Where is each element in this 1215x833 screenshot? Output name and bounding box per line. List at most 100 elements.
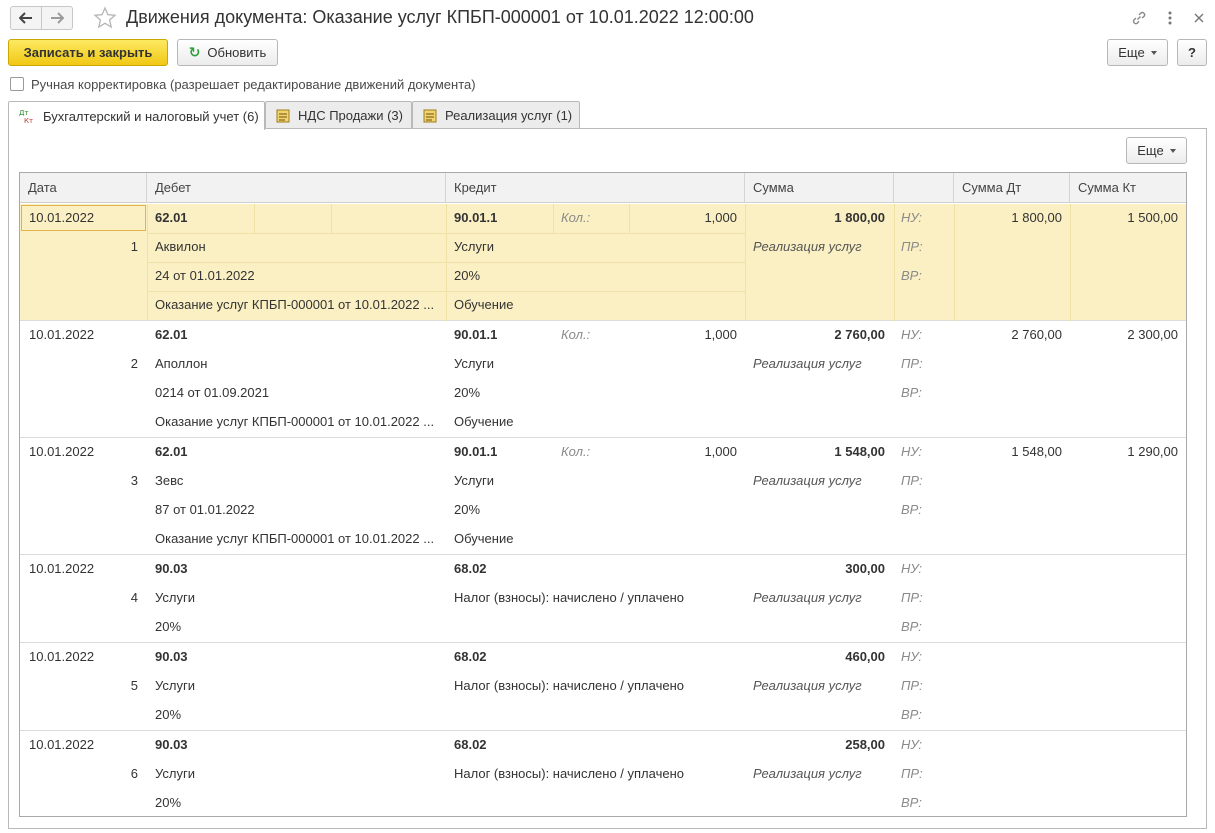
link-icon[interactable]	[1129, 8, 1149, 28]
cell-credit-account[interactable]: 68.02	[454, 643, 554, 672]
cell-content[interactable]: Реализация услуг	[753, 350, 893, 379]
cell-debit-subconto[interactable]: Оказание услуг КПБП-000001 от 10.01.2022…	[155, 408, 440, 437]
cell-debit-subconto[interactable]: Услуги	[155, 760, 440, 789]
close-icon[interactable]	[1189, 8, 1209, 28]
cell-sum-kt[interactable]: 1 500,00	[1076, 204, 1178, 233]
cell-credit-subconto[interactable]: Услуги	[454, 233, 739, 262]
cell-qty[interactable]: 1,000	[630, 438, 737, 467]
cell-debit-subconto[interactable]: 20%	[155, 613, 440, 642]
cell-pr-label[interactable]: ПР:	[901, 467, 951, 496]
table-row[interactable]: 10.01.2022 2 62.01 Аполлон 0214 от 01.09.202…	[20, 321, 1186, 438]
cell-nu-label[interactable]: НУ:	[901, 438, 951, 467]
cell-debit-subconto[interactable]: Аполлон	[155, 350, 440, 379]
cell-row-number[interactable]: 6	[20, 760, 138, 789]
save-and-close-button[interactable]: Записать и закрыть	[8, 39, 168, 66]
table-row[interactable]: 10.01.2022 1 62.01 Аквилон 24 от 01.01.2022 О…	[20, 204, 1186, 321]
table-row[interactable]: 10.01.2022 5 90.03 Услуги 20% 68.02 Налог (взн…	[20, 643, 1186, 731]
cell-row-number[interactable]: 4	[20, 584, 138, 613]
cell-credit-subconto[interactable]: Обучение	[454, 525, 739, 554]
manual-correction-row[interactable]: Ручная корректировка (разрешает редактир…	[10, 76, 476, 92]
cell-debit-subconto[interactable]: 20%	[155, 701, 440, 730]
cell-credit-subconto[interactable]: Услуги	[454, 350, 739, 379]
cell-vr-label[interactable]: ВР:	[901, 262, 951, 291]
cell-sum-dt[interactable]: 1 800,00	[960, 204, 1062, 233]
column-header-date[interactable]: Дата	[20, 173, 147, 203]
cell-debit-subconto[interactable]: 87 от 01.01.2022	[155, 496, 440, 525]
cell-credit-subconto[interactable]: Услуги	[454, 467, 739, 496]
cell-date[interactable]: 10.01.2022	[29, 731, 144, 760]
cell-nu-label[interactable]: НУ:	[901, 643, 951, 672]
cell-debit-account[interactable]: 62.01	[155, 438, 440, 467]
cell-credit-subconto[interactable]: 20%	[454, 496, 739, 525]
cell-credit-subconto[interactable]: Обучение	[454, 291, 739, 320]
tab-services-sales[interactable]: Реализация услуг (1)	[412, 101, 580, 129]
cell-row-number[interactable]: 5	[20, 672, 138, 701]
cell-sum[interactable]: 258,00	[753, 731, 885, 760]
refresh-button[interactable]: ↻ Обновить	[177, 39, 278, 66]
tab-vat-sales[interactable]: НДС Продажи (3)	[265, 101, 412, 129]
cell-debit-account[interactable]: 62.01	[155, 321, 440, 350]
cell-nu-label[interactable]: НУ:	[901, 204, 951, 233]
cell-pr-label[interactable]: ПР:	[901, 233, 951, 262]
cell-debit-subconto[interactable]: Услуги	[155, 584, 440, 613]
cell-credit-subconto[interactable]: Обучение	[454, 408, 739, 437]
cell-credit-account[interactable]: 68.02	[454, 731, 554, 760]
table-more-button[interactable]: Еще	[1126, 137, 1187, 164]
cell-date[interactable]: 10.01.2022	[29, 438, 144, 467]
cell-qty-label[interactable]: Кол.:	[561, 438, 621, 467]
cell-sum-dt[interactable]: 2 760,00	[960, 321, 1062, 350]
cell-debit-subconto[interactable]: 24 от 01.01.2022	[155, 262, 440, 291]
column-header-sum-kt[interactable]: Сумма Кт	[1070, 173, 1186, 203]
forward-button[interactable]	[41, 6, 73, 30]
cell-content[interactable]: Реализация услуг	[753, 233, 893, 262]
cell-nu-label[interactable]: НУ:	[901, 555, 951, 584]
cell-debit-subconto[interactable]: Оказание услуг КПБП-000001 от 10.01.2022…	[155, 525, 440, 554]
kebab-menu-icon[interactable]	[1160, 8, 1180, 28]
cell-pr-label[interactable]: ПР:	[901, 584, 951, 613]
cell-debit-subconto[interactable]: Зевс	[155, 467, 440, 496]
column-header-credit[interactable]: Кредит	[446, 173, 745, 203]
cell-qty[interactable]: 1,000	[630, 321, 737, 350]
cell-credit-subconto[interactable]: Налог (взносы): начислено / уплачено	[454, 584, 739, 613]
cell-sum-kt[interactable]: 2 300,00	[1076, 321, 1178, 350]
column-header-sum-dt[interactable]: Сумма Дт	[954, 173, 1070, 203]
cell-debit-subconto[interactable]: Услуги	[155, 672, 440, 701]
more-menu-button[interactable]: Еще	[1107, 39, 1168, 66]
cell-debit-subconto[interactable]: Оказание услуг КПБП-000001 от 10.01.2022…	[155, 291, 440, 320]
cell-nu-label[interactable]: НУ:	[901, 731, 951, 760]
cell-row-number[interactable]: 2	[20, 350, 138, 379]
cell-date[interactable]: 10.01.2022	[29, 555, 144, 584]
cell-date[interactable]: 10.01.2022	[29, 643, 144, 672]
cell-debit-subconto[interactable]: 20%	[155, 789, 440, 816]
favorite-star-icon[interactable]	[93, 6, 117, 33]
cell-pr-label[interactable]: ПР:	[901, 672, 951, 701]
column-header-sum[interactable]: Сумма	[745, 173, 894, 203]
cell-qty-label[interactable]: Кол.:	[561, 204, 621, 233]
cell-credit-account[interactable]: 90.01.1	[454, 204, 554, 233]
cell-sum[interactable]: 1 548,00	[753, 438, 885, 467]
cell-sum[interactable]: 460,00	[753, 643, 885, 672]
cell-pr-label[interactable]: ПР:	[901, 350, 951, 379]
cell-row-number[interactable]: 1	[20, 233, 138, 262]
table-row[interactable]: 10.01.2022 3 62.01 Зевс 87 от 01.01.2022 Оказ…	[20, 438, 1186, 555]
table-row[interactable]: 10.01.2022 4 90.03 Услуги 20% 68.02 Налог (взн…	[20, 555, 1186, 643]
cell-date[interactable]: 10.01.2022	[29, 321, 144, 350]
cell-content[interactable]: Реализация услуг	[753, 584, 893, 613]
cell-vr-label[interactable]: ВР:	[901, 789, 951, 816]
cell-debit-subconto[interactable]: Аквилон	[155, 233, 440, 262]
cell-debit-account[interactable]: 90.03	[155, 643, 440, 672]
cell-nu-label[interactable]: НУ:	[901, 321, 951, 350]
cell-credit-subconto[interactable]: 20%	[454, 262, 739, 291]
cell-sum[interactable]: 2 760,00	[753, 321, 885, 350]
cell-content[interactable]: Реализация услуг	[753, 672, 893, 701]
cell-sum[interactable]: 300,00	[753, 555, 885, 584]
cell-credit-subconto[interactable]: Налог (взносы): начислено / уплачено	[454, 760, 739, 789]
cell-credit-account[interactable]: 68.02	[454, 555, 554, 584]
column-header-blank[interactable]	[894, 173, 954, 203]
cell-vr-label[interactable]: ВР:	[901, 613, 951, 642]
cell-credit-account[interactable]: 90.01.1	[454, 321, 554, 350]
cell-qty[interactable]: 1,000	[630, 204, 737, 233]
table-row[interactable]: 10.01.2022 6 90.03 Услуги 20% 68.02 Налог (взн…	[20, 731, 1186, 816]
cell-vr-label[interactable]: ВР:	[901, 701, 951, 730]
cell-sum-dt[interactable]: 1 548,00	[960, 438, 1062, 467]
